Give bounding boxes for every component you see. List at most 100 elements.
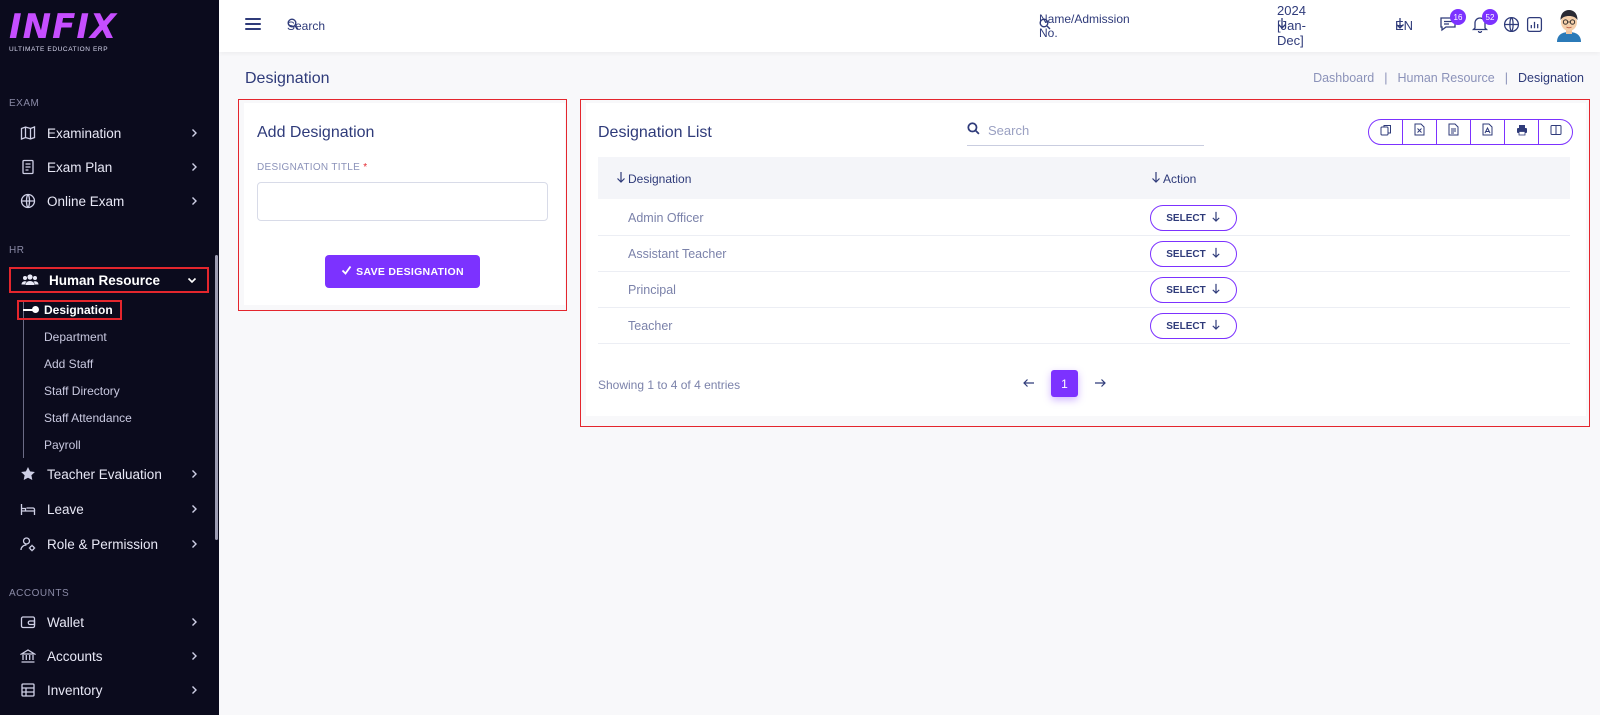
pdf-button[interactable]	[1471, 120, 1505, 144]
sidebar-sub-department[interactable]: Department	[44, 330, 107, 344]
column-label: Designation	[628, 171, 692, 186]
sidebar-item-label: Online Exam	[47, 193, 125, 209]
column-action[interactable]: Action	[1151, 171, 1196, 186]
language-value: EN	[1395, 17, 1414, 33]
section-exam: EXAM	[9, 98, 40, 109]
column-label: Action	[1163, 171, 1197, 186]
arrow-left-icon	[1023, 375, 1035, 393]
select-action-button[interactable]: SELECT	[1150, 313, 1237, 339]
notifications-button[interactable]: 52	[1471, 9, 1498, 35]
breadcrumb-dashboard[interactable]: Dashboard	[1313, 71, 1374, 85]
avatar[interactable]	[1555, 8, 1583, 42]
session-select[interactable]: 2024 [Jan-Dec]	[1277, 3, 1306, 48]
sidebar-item-teacher-evaluation[interactable]: Teacher Evaluation	[9, 460, 209, 488]
chevron-right-icon	[187, 615, 201, 629]
sidebar-item-wallet[interactable]: Wallet	[9, 608, 209, 636]
globe-icon	[19, 192, 37, 210]
designation-title-label: DESIGNATION TITLE *	[257, 162, 367, 173]
menu-toggle-icon[interactable]	[245, 17, 261, 31]
header-search[interactable]: Search	[287, 17, 325, 35]
sort-arrow-icon	[616, 171, 626, 186]
reports-button[interactable]	[1526, 16, 1543, 38]
section-hr: HR	[9, 245, 25, 256]
copy-button[interactable]	[1369, 120, 1403, 144]
messages-button[interactable]: 16	[1439, 9, 1466, 35]
language-select[interactable]: EN	[1395, 16, 1413, 34]
chart-icon	[1526, 16, 1543, 37]
sidebar-item-role-permission[interactable]: Role & Permission	[9, 530, 209, 558]
sidebar-item-label: Accounts	[47, 648, 103, 664]
select-action-button[interactable]: SELECT	[1150, 205, 1237, 231]
student-search[interactable]: Name/Admission No.	[1039, 12, 1130, 40]
arrow-down-icon	[1211, 283, 1221, 297]
submenu-line	[23, 300, 24, 458]
chevron-right-icon	[187, 649, 201, 663]
designation-name: Principal	[628, 283, 676, 297]
print-button[interactable]	[1505, 120, 1539, 144]
sidebar-item-label: Role & Permission	[47, 536, 159, 552]
columns-button[interactable]	[1539, 120, 1572, 144]
sidebar-item-label: Inventory	[47, 682, 103, 698]
csv-button[interactable]	[1437, 120, 1471, 144]
bed-icon	[19, 500, 37, 518]
prev-page-button[interactable]	[1021, 376, 1037, 392]
next-page-button[interactable]	[1092, 376, 1108, 392]
sidebar-item-online-exam[interactable]: Online Exam	[9, 187, 209, 215]
document-icon	[19, 158, 37, 176]
list-search-input[interactable]	[988, 123, 1188, 138]
sidebar-sub-payroll[interactable]: Payroll	[44, 438, 81, 452]
excel-icon	[1414, 123, 1425, 141]
active-dot-icon	[32, 306, 39, 313]
logo-word: INFIX	[9, 7, 118, 47]
sidebar-sub-designation[interactable]: Designation	[44, 303, 113, 317]
breadcrumb: Dashboard | Human Resource | Designation	[1313, 71, 1584, 85]
select-action-button[interactable]: SELECT	[1150, 277, 1237, 303]
sidebar-item-inventory[interactable]: Inventory	[9, 676, 209, 704]
chevron-right-icon	[187, 502, 201, 516]
sidebar-sub-staff-attendance[interactable]: Staff Attendance	[44, 411, 132, 425]
save-button-label: SAVE DESIGNATION	[356, 265, 464, 278]
map-icon	[19, 124, 37, 142]
designation-name: Teacher	[628, 319, 673, 333]
sidebar-item-label: Examination	[47, 125, 122, 141]
section-accounts: ACCOUNTS	[9, 588, 70, 599]
logo[interactable]: INFIX ULTIMATE EDUCATION ERP	[9, 10, 129, 54]
sort-arrow-icon	[1151, 171, 1161, 186]
user-cog-icon	[19, 535, 37, 553]
sidebar-sub-add-staff[interactable]: Add Staff	[44, 357, 93, 371]
search-icon	[967, 121, 980, 140]
breadcrumb-current: Designation	[1517, 71, 1584, 85]
website-button[interactable]	[1503, 16, 1520, 38]
sidebar-scrollbar[interactable]	[215, 255, 218, 540]
student-search-label: Name/Admission No.	[1039, 12, 1130, 40]
select-label: SELECT	[1166, 248, 1206, 260]
column-designation[interactable]: Designation	[616, 171, 691, 186]
sidebar-item-exam-plan[interactable]: Exam Plan	[9, 153, 209, 181]
required-mark: *	[363, 162, 368, 173]
arrow-down-icon	[1211, 319, 1221, 333]
designation-name: Admin Officer	[628, 211, 704, 225]
list-search	[967, 116, 1204, 146]
designation-title-input[interactable]	[257, 182, 548, 221]
page-1-button[interactable]: 1	[1051, 370, 1078, 397]
sidebar-item-accounts[interactable]: Accounts	[9, 642, 209, 670]
table-row: Principal SELECT	[598, 272, 1570, 308]
excel-button[interactable]	[1403, 120, 1437, 144]
sidebar-item-human-resource[interactable]: Human Resource	[9, 267, 209, 293]
columns-icon	[1550, 123, 1562, 141]
save-designation-button[interactable]: SAVE DESIGNATION	[325, 255, 480, 288]
table-row: Assistant Teacher SELECT	[598, 236, 1570, 272]
sidebar-sub-staff-directory[interactable]: Staff Directory	[44, 384, 120, 398]
check-icon	[341, 265, 352, 279]
chevron-right-icon	[187, 160, 201, 174]
add-designation-title: Add Designation	[257, 124, 375, 141]
designation-list-title: Designation List	[598, 124, 712, 141]
sidebar-item-leave[interactable]: Leave	[9, 495, 209, 523]
chevron-right-icon	[187, 683, 201, 697]
breadcrumb-human-resource[interactable]: Human Resource	[1397, 71, 1494, 85]
sidebar-item-examination[interactable]: Examination	[9, 119, 209, 147]
select-action-button[interactable]: SELECT	[1150, 241, 1237, 267]
breadcrumb-separator: |	[1504, 71, 1508, 85]
top-header: Search Name/Admission No. 2024 [Jan-Dec]…	[219, 0, 1600, 52]
sidebar-item-label: Wallet	[47, 614, 85, 630]
